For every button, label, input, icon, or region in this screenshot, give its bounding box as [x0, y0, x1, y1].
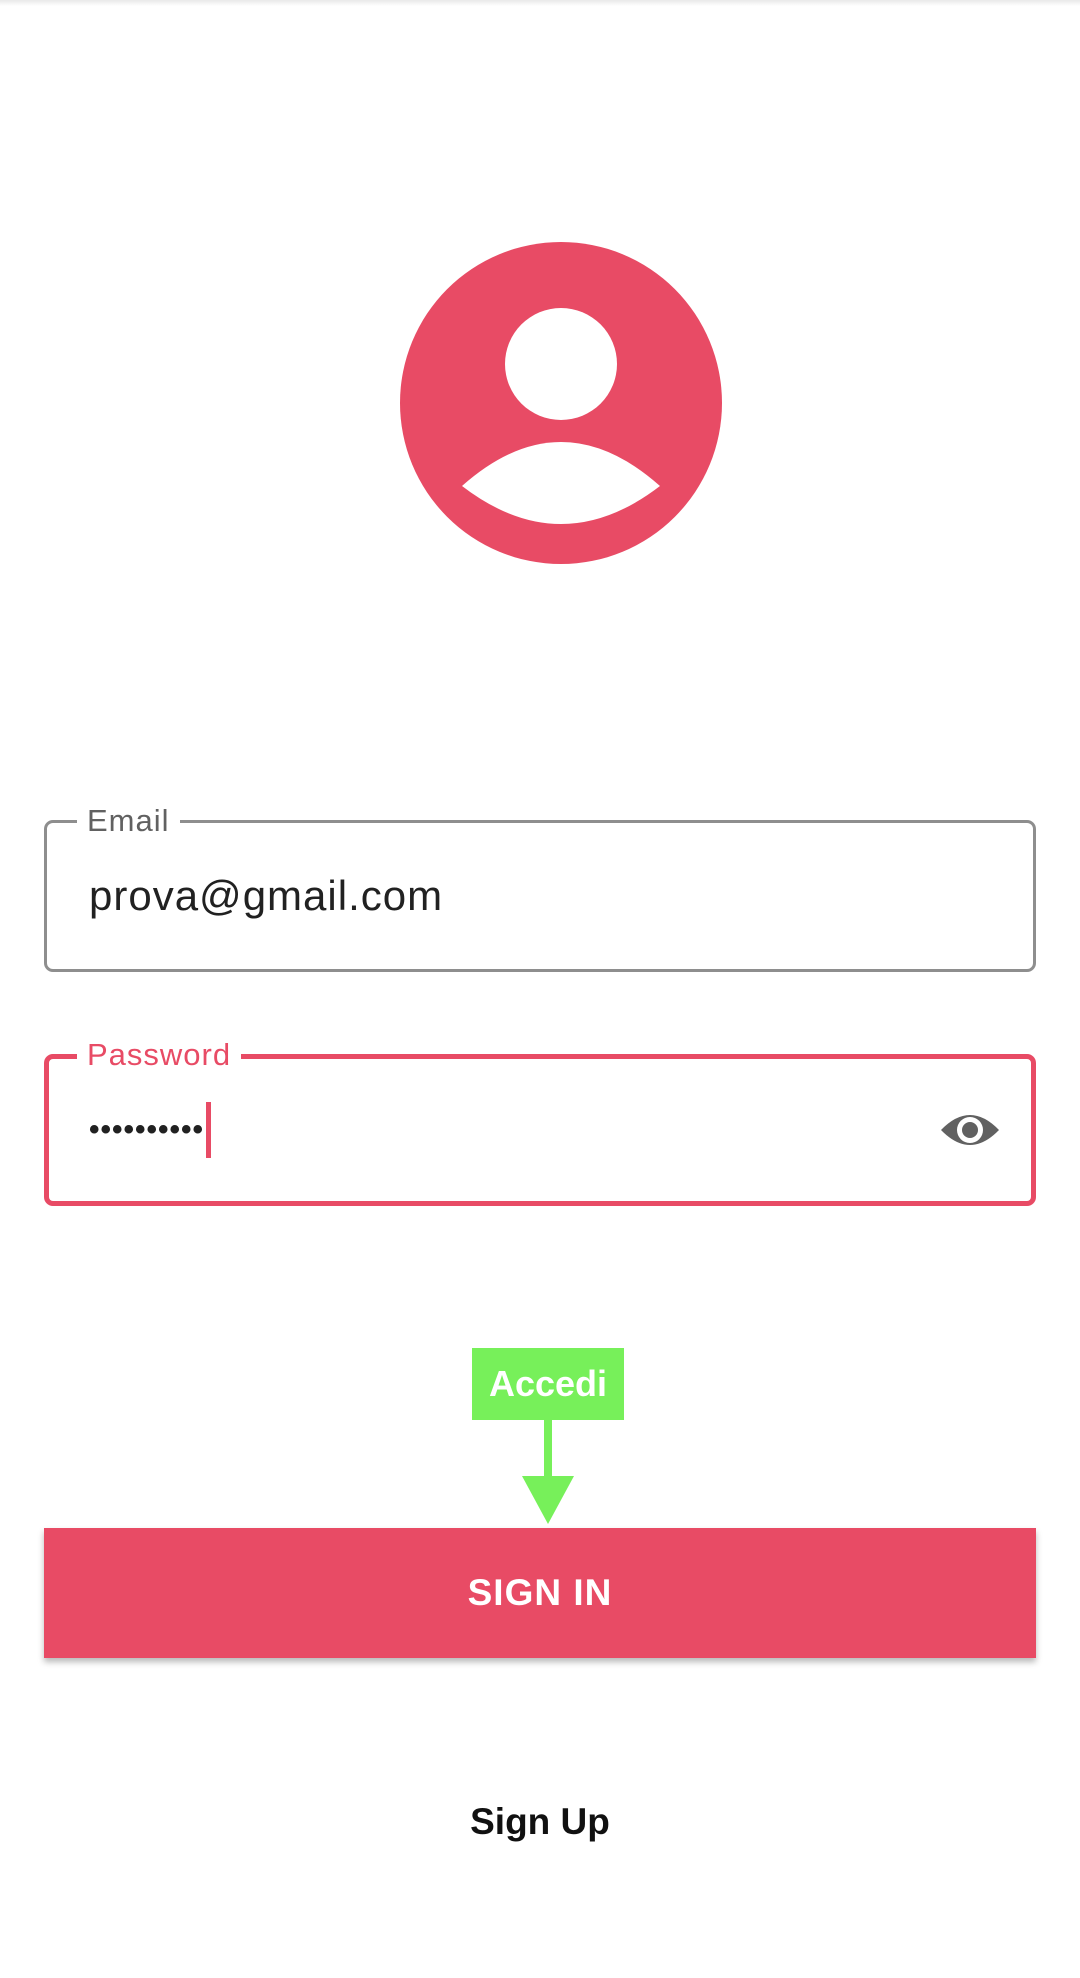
accedi-annotation-label: Accedi	[472, 1348, 624, 1420]
sign-up-link[interactable]: Sign Up	[390, 1790, 690, 1854]
password-masked-value: ••••••••••	[89, 1113, 205, 1146]
password-input[interactable]: ••••••••••	[89, 1102, 212, 1158]
text-cursor	[206, 1102, 212, 1158]
sign-up-link-label: Sign Up	[470, 1801, 610, 1842]
status-bar-shadow	[0, 0, 1080, 6]
eye-icon[interactable]	[939, 1108, 1001, 1152]
sign-in-button[interactable]: SIGN IN	[44, 1528, 1036, 1658]
email-field[interactable]: Email prova@gmail.com	[44, 801, 1036, 972]
login-screen: Email prova@gmail.com Password •••••••••…	[0, 0, 1080, 1978]
email-field-label: Email	[77, 801, 180, 841]
password-field-label: Password	[77, 1035, 242, 1075]
accedi-annotation-text: Accedi	[488, 1363, 608, 1404]
password-field[interactable]: Password ••••••••••	[44, 1035, 1036, 1206]
account-circle-icon	[400, 242, 722, 564]
arrow-down-icon	[518, 1420, 578, 1526]
email-input[interactable]: prova@gmail.com	[89, 872, 443, 920]
sign-in-button-label: SIGN IN	[467, 1572, 613, 1613]
